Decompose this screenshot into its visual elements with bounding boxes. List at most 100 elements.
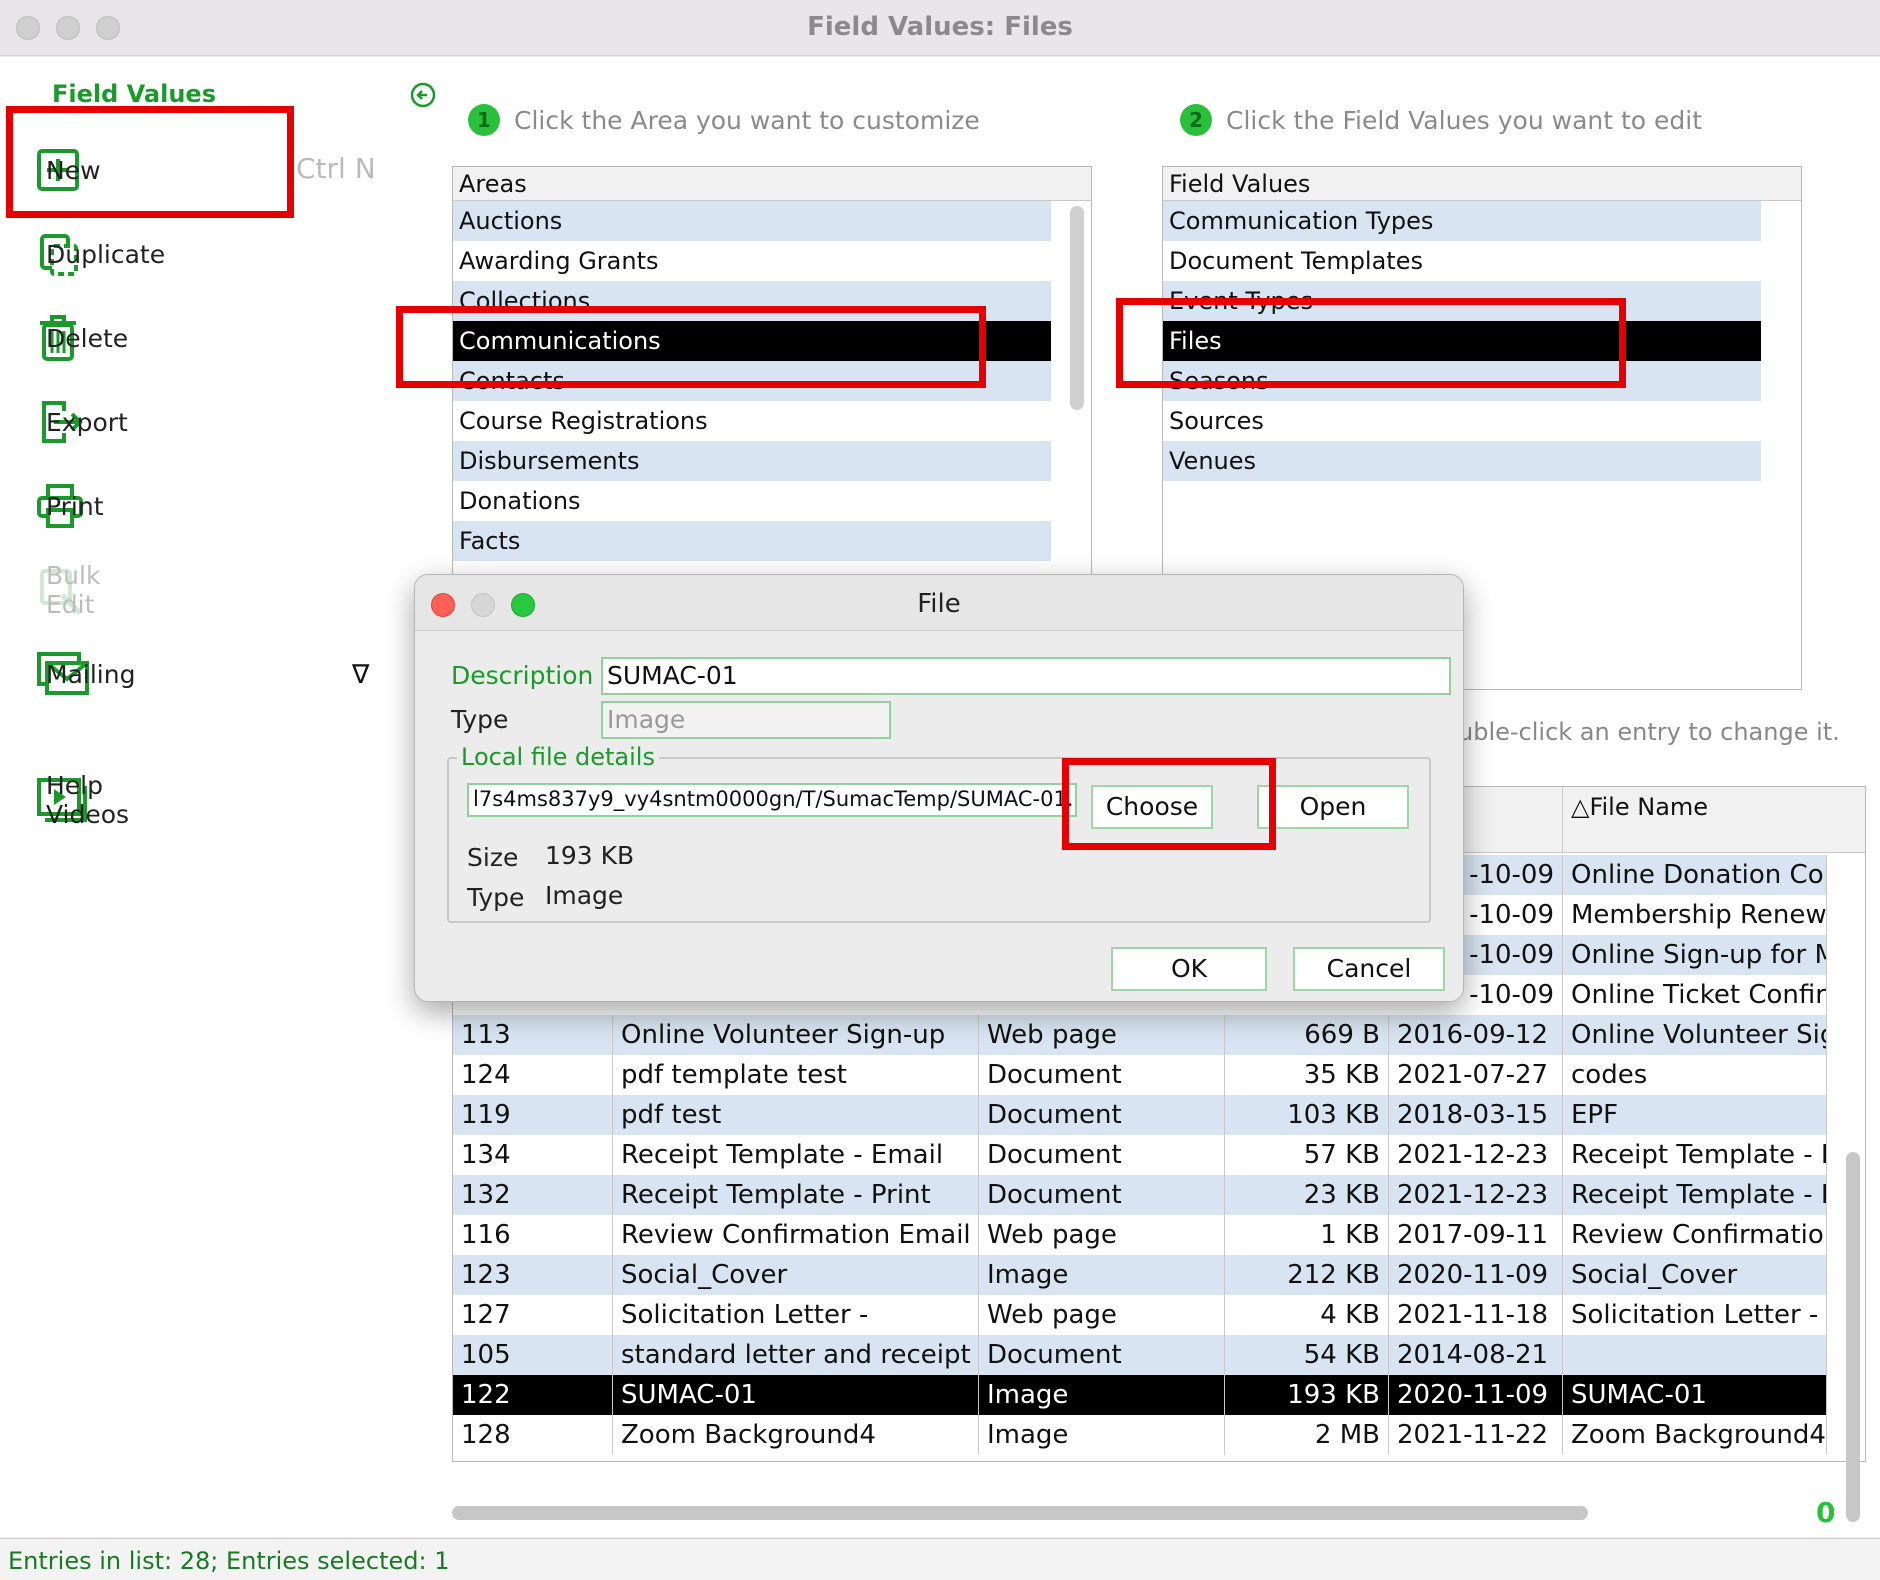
table-cell-file: Online Ticket Confirma: [1563, 975, 1827, 1015]
table-cell-date: 2021-11-18: [1389, 1295, 1563, 1335]
table-cell-id: 113: [453, 1015, 613, 1055]
list-item[interactable]: Awarding Grants: [453, 241, 1051, 281]
print-button[interactable]: Print: [36, 478, 104, 534]
table-cell-description: standard letter and receipt: [613, 1335, 979, 1375]
mailing-menu-arrow-icon[interactable]: ∇: [352, 660, 369, 690]
table-cell-date: 2017-09-11: [1389, 1215, 1563, 1255]
new-shortcut: Ctrl N: [296, 152, 376, 185]
table-cell-description: Receipt Template - Print: [613, 1175, 979, 1215]
ok-button[interactable]: OK: [1111, 947, 1267, 991]
table-cell-type: Web page: [979, 1295, 1225, 1335]
table-cell-id: 132: [453, 1175, 613, 1215]
list-item[interactable]: Disbursements: [453, 441, 1051, 481]
export-label: Export: [46, 407, 128, 437]
local-file-details-title: Local file details: [457, 743, 659, 771]
list-item[interactable]: Document Templates: [1163, 241, 1761, 281]
table-cell-type: Document: [979, 1175, 1225, 1215]
table-cell-size: 1 KB: [1225, 1215, 1389, 1255]
table-cell-date: 2021-12-23: [1389, 1175, 1563, 1215]
field-values-list-header: Field Values: [1163, 167, 1801, 201]
step2-text: Click the Field Values you want to edit: [1226, 105, 1703, 135]
table-cell-id: 134: [453, 1135, 613, 1175]
file-path-field[interactable]: l7s4ms837y9_vy4sntm0000gn/T/SumacTemp/SU…: [467, 783, 1077, 817]
cancel-button[interactable]: Cancel: [1293, 947, 1445, 991]
table-cell-description: SUMAC-01: [613, 1375, 979, 1415]
table-row[interactable]: 127 Solicitation Letter - Web page 4 KB …: [453, 1295, 1827, 1335]
highlight-choose: [1062, 758, 1276, 850]
table-horizontal-scrollbar[interactable]: [452, 1506, 1588, 1520]
table-cell-file: Review Confirmation Ei: [1563, 1215, 1827, 1255]
table-cell-size: 35 KB: [1225, 1055, 1389, 1095]
table-cell-type: Document: [979, 1055, 1225, 1095]
description-field[interactable]: SUMAC-01: [601, 657, 1451, 695]
table-cell-date: 2014-08-21: [1389, 1335, 1563, 1375]
table-cell-file: Online Sign-up for Mai: [1563, 935, 1827, 975]
table-cell-size: 57 KB: [1225, 1135, 1389, 1175]
bulk-edit-label: Bulk Edit: [46, 561, 101, 619]
table-row[interactable]: 119 pdf test Document 103 KB 2018-03-15 …: [453, 1095, 1827, 1135]
duplicate-button[interactable]: Duplicate: [36, 226, 165, 282]
table-cell-type: Document: [979, 1135, 1225, 1175]
bulk-edit-button[interactable]: Bulk Edit: [36, 561, 100, 619]
table-cell-date: 2021-12-23: [1389, 1135, 1563, 1175]
table-cell-type: Document: [979, 1095, 1225, 1135]
table-cell-description: pdf template test: [613, 1055, 979, 1095]
window-titlebar: Field Values: Files: [0, 0, 1880, 56]
table-row[interactable]: 128 Zoom Background4 Image 2 MB 2021-11-…: [453, 1415, 1827, 1455]
table-cell-description: Online Volunteer Sign-up: [613, 1015, 979, 1055]
table-cell-description: Solicitation Letter -: [613, 1295, 979, 1335]
table-row[interactable]: 116 Review Confirmation Email Web page 1…: [453, 1215, 1827, 1255]
column-header-file-name[interactable]: △File Name: [1563, 787, 1865, 853]
type-field[interactable]: Image: [601, 701, 891, 739]
duplicate-label: Duplicate: [46, 239, 166, 269]
table-cell-file: Membership Renewal: [1563, 895, 1827, 935]
areas-scrollbar[interactable]: [1070, 206, 1084, 410]
table-row[interactable]: 113 Online Volunteer Sign-up Web page 66…: [453, 1015, 1827, 1055]
table-row[interactable]: 134 Receipt Template - Email Document 57…: [453, 1135, 1827, 1175]
file-type-value: Image: [545, 881, 624, 910]
table-row-selected[interactable]: 122 SUMAC-01 Image 193 KB 2020-11-09 SUM…: [453, 1375, 1827, 1415]
print-label: Print: [46, 491, 104, 521]
table-cell-file: Receipt Template - En: [1563, 1135, 1827, 1175]
table-row[interactable]: 123 Social_Cover Image 212 KB 2020-11-09…: [453, 1255, 1827, 1295]
open-button[interactable]: Open: [1257, 785, 1409, 829]
help-videos-button[interactable]: Help Videos: [36, 771, 129, 829]
highlight-new: [6, 106, 294, 218]
delete-button[interactable]: Delete: [36, 310, 128, 366]
table-corner-count: 0: [1816, 1496, 1836, 1529]
size-label: Size: [467, 843, 519, 872]
highlight-communications: [396, 306, 986, 388]
help-videos-label: Help Videos: [46, 771, 130, 829]
table-cell-date: 2018-03-15: [1389, 1095, 1563, 1135]
step2-number-icon: 2: [1180, 104, 1212, 136]
list-item[interactable]: Auctions: [453, 201, 1051, 241]
table-cell-size: 669 B: [1225, 1015, 1389, 1055]
table-cell-file: codes: [1563, 1055, 1827, 1095]
status-bar: Entries in list: 28; Entries selected: 1: [0, 1538, 1880, 1580]
table-cell-type: Image: [979, 1415, 1225, 1455]
list-item[interactable]: Sources: [1163, 401, 1761, 441]
table-row[interactable]: 105 standard letter and receipt Document…: [453, 1335, 1827, 1375]
table-cell-size: 193 KB: [1225, 1375, 1389, 1415]
table-row[interactable]: 132 Receipt Template - Print Document 23…: [453, 1175, 1827, 1215]
table-cell-type: Image: [979, 1375, 1225, 1415]
list-item[interactable]: Donations: [453, 481, 1051, 521]
table-row[interactable]: 124 pdf template test Document 35 KB 202…: [453, 1055, 1827, 1095]
mailing-button[interactable]: Mailing: [36, 646, 135, 702]
table-cell-size: 54 KB: [1225, 1335, 1389, 1375]
sidebar-heading: Field Values: [52, 80, 216, 108]
window-title: Field Values: Files: [807, 12, 1073, 42]
table-cell-date: 2020-11-09: [1389, 1255, 1563, 1295]
step1-number-icon: 1: [468, 104, 500, 136]
table-cell-date: 2021-11-22: [1389, 1415, 1563, 1455]
list-item[interactable]: Course Registrations: [453, 401, 1051, 441]
areas-list-header: Areas: [453, 167, 1091, 201]
list-item[interactable]: Communication Types: [1163, 201, 1761, 241]
list-item[interactable]: Venues: [1163, 441, 1761, 481]
table-cell-size: 23 KB: [1225, 1175, 1389, 1215]
export-button[interactable]: Export: [36, 394, 128, 450]
list-item[interactable]: Facts: [453, 521, 1051, 561]
table-cell-size: 212 KB: [1225, 1255, 1389, 1295]
table-vertical-scrollbar[interactable]: [1846, 1152, 1860, 1522]
collapse-sidebar-icon[interactable]: [410, 82, 436, 108]
